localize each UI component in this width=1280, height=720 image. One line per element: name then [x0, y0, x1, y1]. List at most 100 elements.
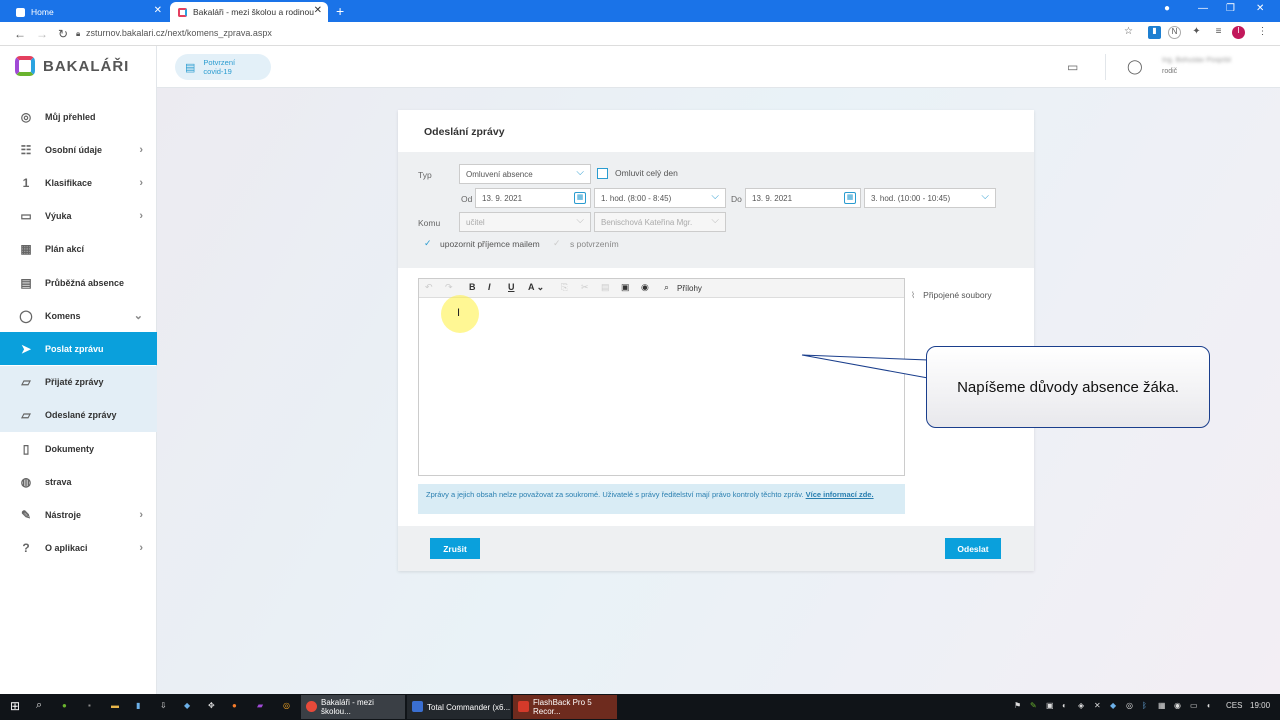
to-date-field[interactable]: 13. 9. 2021 ▦ — [745, 188, 861, 208]
restore-icon[interactable]: ❐ — [1226, 3, 1235, 14]
minimize-icon[interactable]: — — [1198, 3, 1208, 14]
sidebar-item-11[interactable]: ▯ Dokumenty — [0, 432, 157, 465]
media-icon[interactable]: ≡ — [1212, 26, 1225, 39]
sidebar-item-6[interactable]: ▤ Průběžná absence — [0, 266, 157, 299]
windows-start-icon[interactable]: ⊞ — [10, 699, 20, 713]
close-icon[interactable]: ✕ — [154, 5, 162, 16]
sidebar-item-9[interactable]: ▱ Přijaté zprávy — [0, 365, 157, 399]
sidebar-item-3[interactable]: 1 Klasifikace › — [0, 166, 157, 199]
confirm-check-icon[interactable]: ✓ — [553, 238, 561, 249]
from-date-field[interactable]: 13. 9. 2021 ▦ — [475, 188, 591, 208]
search-icon[interactable]: ⌕ — [36, 699, 42, 712]
profile-menu-icon[interactable]: ● — [1164, 3, 1170, 14]
attachments-button[interactable]: Přílohy — [677, 284, 702, 293]
copy-icon[interactable]: ⎘ — [561, 282, 568, 293]
reload-icon[interactable]: ↻ — [58, 27, 68, 41]
paste-icon[interactable]: ▤ — [601, 282, 610, 293]
tray-icon[interactable]: ✕ — [1094, 701, 1101, 710]
tray-icon[interactable]: ◉ — [1174, 701, 1181, 710]
bookmark-star-icon[interactable]: ☆ — [1122, 26, 1135, 39]
puzzle-icon[interactable]: ✦ — [1190, 26, 1203, 39]
paperclip-icon[interactable]: ⌕ — [664, 282, 669, 293]
send-button[interactable]: Odeslat — [945, 538, 1001, 559]
browser-tab-home[interactable]: Home ✕ — [8, 2, 168, 22]
tray-icon[interactable]: ◎ — [1126, 701, 1133, 710]
sidebar-item-8[interactable]: ➤ Poslat zprávu — [0, 332, 157, 366]
calendar-icon[interactable]: ▦ — [844, 192, 856, 204]
avatar[interactable]: I — [1232, 26, 1245, 39]
logo[interactable]: BAKALÁŘI — [15, 56, 129, 76]
user-icon[interactable]: ◯ — [1127, 58, 1143, 75]
url-field[interactable]: zsturnov.bakalari.cz/next/komens_zprava.… — [86, 28, 272, 38]
taskbar-total-commander[interactable]: Total Commander (x6... — [407, 695, 511, 719]
tray-icon[interactable]: ◆ — [1110, 701, 1116, 710]
taskbar-app-icon[interactable]: ● — [62, 701, 67, 710]
sidebar-item-13[interactable]: ✎ Nástroje › — [0, 498, 157, 531]
taskbar-app-icon[interactable]: ◎ — [283, 701, 290, 710]
sidebar-item-4[interactable]: ▭ Výuka › — [0, 200, 157, 233]
attached-files-text: Připojené soubory — [923, 290, 992, 300]
whole-day-checkbox[interactable] — [597, 168, 608, 179]
taskbar-app-icon[interactable]: ▮ — [136, 701, 140, 710]
bluetooth-icon[interactable]: ᛒ — [1142, 701, 1147, 710]
from-hour-select[interactable]: 1. hod. (8:00 - 8:45) ⌵ — [594, 188, 726, 208]
new-tab-icon[interactable]: + — [336, 3, 344, 19]
taskbar-app-icon[interactable]: ⇩ — [160, 701, 167, 710]
close-icon[interactable]: ✕ — [314, 5, 322, 16]
firefox-icon[interactable]: ● — [232, 701, 237, 710]
underline-icon[interactable]: U — [508, 282, 515, 292]
back-icon[interactable]: ← — [14, 27, 26, 41]
sidebar-item-1[interactable]: ◎ Můj přehled — [0, 100, 157, 133]
undo-icon[interactable]: ↶ — [425, 282, 433, 293]
spellcheck-icon[interactable]: ◉ — [641, 282, 649, 293]
tray-icon[interactable]: ◐ — [1062, 701, 1067, 710]
browser-tab-bakalari[interactable]: Bakaláři - mezi školou a rodinou ✕ — [170, 2, 328, 22]
cut-icon[interactable]: ✂ — [581, 282, 589, 293]
taskbar-app-icon[interactable]: ▪ — [88, 701, 91, 710]
sidebar-item-12[interactable]: ◍ strava — [0, 465, 157, 498]
extension-n-icon[interactable]: N — [1168, 26, 1181, 39]
font-color-icon[interactable]: A ⌄ — [528, 282, 544, 293]
sidebar-item-7[interactable]: ◯ Komens ⌄ — [0, 299, 157, 332]
sidebar-item-2[interactable]: ☷ Osobní údaje › — [0, 133, 157, 166]
tray-icon[interactable]: ◈ — [1078, 701, 1084, 710]
taskbar-app-icon[interactable]: ◆ — [184, 701, 190, 710]
taskbar-app-icon[interactable]: ✥ — [208, 701, 215, 710]
tray-icon[interactable]: ✎ — [1030, 701, 1037, 710]
more-info-link[interactable]: Více informací zde. — [806, 490, 874, 499]
type-select[interactable]: Omluvení absence ⌵ — [459, 164, 591, 184]
tray-icon[interactable]: ▣ — [1046, 701, 1054, 710]
sidebar-item-14[interactable]: ? O aplikaci › — [0, 532, 157, 565]
extension-icon[interactable]: ▮ — [1148, 26, 1161, 39]
messages-icon[interactable]: ▭ — [1067, 60, 1078, 74]
taskbar-flashback[interactable]: FlashBack Pro 5 Recor... — [513, 695, 617, 719]
redo-icon[interactable]: ↷ — [445, 282, 453, 293]
tray-icon[interactable]: ⚑ — [1014, 701, 1021, 710]
calendar-icon[interactable]: ▦ — [574, 192, 586, 204]
menu-dots-icon[interactable]: ⋮ — [1256, 26, 1269, 39]
language-indicator[interactable]: CES — [1226, 701, 1242, 710]
clock[interactable]: 19:00 — [1250, 701, 1270, 710]
tray-icon[interactable]: ▦ — [1158, 701, 1166, 710]
taskbar-chrome-bakalari[interactable]: Bakaláři - mezi školou... — [301, 695, 405, 719]
bold-icon[interactable]: B — [469, 282, 476, 292]
folder-icon[interactable]: ▬ — [111, 701, 119, 710]
close-window-icon[interactable]: ✕ — [1256, 3, 1264, 14]
covid-confirmation-button[interactable]: ▤ Potvrzení covid-19 — [175, 54, 271, 80]
paste-text-icon[interactable]: ▣ — [621, 282, 630, 293]
sidebar-item-5[interactable]: ▦ Plán akcí — [0, 233, 157, 266]
forward-icon[interactable]: → — [36, 27, 48, 41]
volume-icon[interactable]: ◖ — [1206, 701, 1211, 710]
chevron-down-icon: ⌵ — [576, 215, 584, 226]
italic-icon[interactable]: I — [488, 282, 491, 292]
to-hour-select[interactable]: 3. hod. (10:00 - 10:45) ⌵ — [864, 188, 996, 208]
network-icon[interactable]: ▭ — [1190, 701, 1198, 710]
taskbar-app-icon[interactable]: ▰ — [257, 701, 263, 710]
notify-check-icon[interactable]: ✓ — [424, 238, 432, 249]
cancel-button[interactable]: Zrušit — [430, 538, 480, 559]
recipient-role-select[interactable]: učitel ⌵ — [459, 212, 591, 232]
whole-day-label: Omluvit celý den — [615, 168, 678, 178]
recipient-select[interactable]: Benischová Kateřina Mgr. ⌵ — [594, 212, 726, 232]
sidebar-item-10[interactable]: ▱ Odeslané zprávy — [0, 398, 157, 432]
user-name[interactable]: Ing. Bohuslav Pospíšil — [1162, 57, 1231, 64]
